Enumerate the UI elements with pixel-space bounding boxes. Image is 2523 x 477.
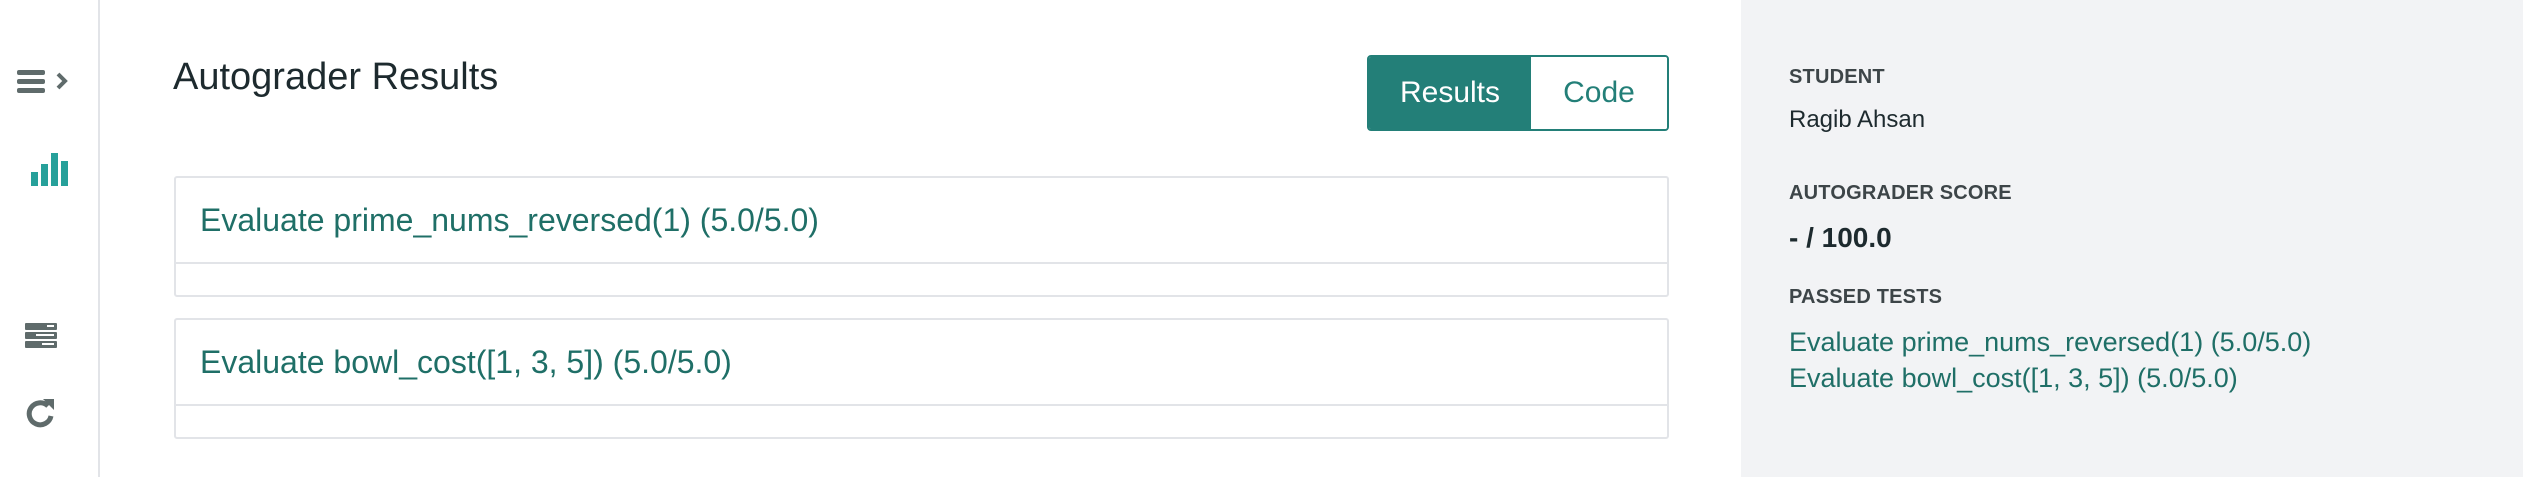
student-name: Ragib Ahsan [1789,106,1926,133]
server-icon[interactable] [24,322,58,350]
bar-chart-icon[interactable] [30,152,70,188]
test-result-title[interactable]: Evaluate bowl_cost([1, 3, 5]) (5.0/5.0) [176,320,1667,406]
page-title: Autograder Results [173,56,499,98]
passed-tests-label: PASSED TESTS [1789,286,1943,308]
menu-expand-icon[interactable] [16,68,70,96]
test-result-title[interactable]: Evaluate prime_nums_reversed(1) (5.0/5.0… [176,178,1667,264]
passed-test-link[interactable]: Evaluate prime_nums_reversed(1) (5.0/5.0… [1789,327,2311,358]
test-result-card: Evaluate prime_nums_reversed(1) (5.0/5.0… [174,176,1669,297]
score-value: - / 100.0 [1789,222,1892,253]
refresh-icon[interactable] [26,396,56,428]
test-result-card: Evaluate bowl_cost([1, 3, 5]) (5.0/5.0) [174,318,1669,439]
info-panel: STUDENT Ragib Ahsan AUTOGRADER SCORE - /… [1741,0,2523,477]
view-toggle: Results Code [1367,55,1669,131]
score-label: AUTOGRADER SCORE [1789,182,2012,204]
sidebar [0,0,100,477]
tab-code[interactable]: Code [1531,57,1667,129]
passed-test-link[interactable]: Evaluate bowl_cost([1, 3, 5]) (5.0/5.0) [1789,363,2238,394]
student-label: STUDENT [1789,66,1885,88]
main-content: Autograder Results Results Code Evaluate… [101,0,1741,477]
tab-results[interactable]: Results [1369,57,1531,129]
